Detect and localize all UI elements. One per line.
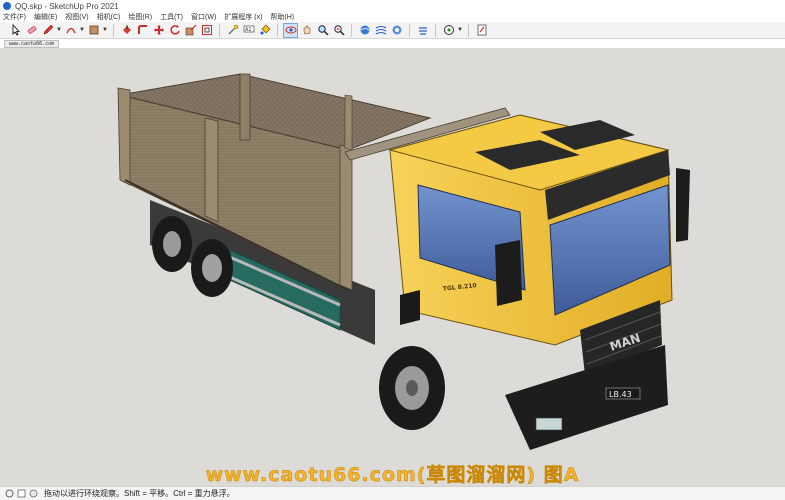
geo-location-icon[interactable] xyxy=(415,23,430,38)
text-icon[interactable]: A1 xyxy=(241,23,256,38)
menu-camera[interactable]: 相机(C) xyxy=(97,12,121,22)
move-icon[interactable] xyxy=(151,23,166,38)
scale-icon[interactable] xyxy=(183,23,198,38)
rear-wheel xyxy=(152,216,192,272)
photo-texture-icon[interactable] xyxy=(373,23,388,38)
select-icon[interactable] xyxy=(8,23,23,38)
rectangle-dropdown-icon[interactable]: ▼ xyxy=(102,27,108,33)
dump-truck-model: LB.43 MAN TGL 8.210 xyxy=(117,73,690,450)
cab-step xyxy=(400,290,420,325)
headlight xyxy=(535,417,563,431)
bed-front-post xyxy=(344,94,353,151)
toolbar-separator xyxy=(219,23,220,37)
watermark-text: www.caotu66.com(草图溜溜网) 图A xyxy=(205,464,580,487)
menu-bar: 文件(F) 编辑(E) 视图(V) 相机(C) 绘图(R) 工具(T) 窗口(W… xyxy=(0,12,785,22)
window-title: QQ.skp - SketchUp Pro 2021 xyxy=(15,1,119,11)
geo-status-icon[interactable] xyxy=(4,489,14,499)
menu-file[interactable]: 文件(F) xyxy=(3,12,26,22)
zoom-extents-icon[interactable] xyxy=(331,23,346,38)
help-info-icon[interactable] xyxy=(28,489,38,499)
warehouse-dropdown-icon[interactable]: ▼ xyxy=(457,27,463,33)
menu-edit[interactable]: 编辑(E) xyxy=(34,12,57,22)
eraser-icon[interactable] xyxy=(24,23,39,38)
3d-warehouse-icon[interactable] xyxy=(441,23,456,38)
rectangle-icon[interactable] xyxy=(86,23,101,38)
toolbar-separator xyxy=(435,23,436,37)
bed-rib xyxy=(204,117,219,223)
side-mirror xyxy=(495,240,522,306)
section-icon[interactable] xyxy=(389,23,404,38)
menu-draw[interactable]: 绘图(R) xyxy=(128,12,152,22)
credits-icon[interactable] xyxy=(16,489,26,499)
status-message: 拖动以进行环绕观察。Shift = 平移。Ctrl = 重力悬浮。 xyxy=(44,489,235,498)
front-wheel xyxy=(379,346,445,430)
bed-rib xyxy=(117,87,131,186)
follow-me-icon[interactable] xyxy=(135,23,150,38)
status-bar: 拖动以进行环绕观察。Shift = 平移。Ctrl = 重力悬浮。 xyxy=(0,486,785,500)
menu-extensions[interactable]: 扩展程序 (x) xyxy=(224,12,262,22)
toolbar-separator xyxy=(277,23,278,37)
toolbar-separator xyxy=(409,23,410,37)
menu-view[interactable]: 视图(V) xyxy=(65,12,88,22)
menu-tools[interactable]: 工具(T) xyxy=(160,12,183,22)
pencil-icon[interactable] xyxy=(40,23,55,38)
menu-window[interactable]: 窗口(W) xyxy=(191,12,216,22)
rear-wheel xyxy=(191,239,233,297)
offset-icon[interactable] xyxy=(199,23,214,38)
sketchup-logo-icon xyxy=(3,2,11,10)
toolbar-separator xyxy=(468,23,469,37)
arc-dropdown-icon[interactable]: ▼ xyxy=(79,27,85,33)
menu-help[interactable]: 帮助(H) xyxy=(270,12,294,22)
3d-viewport[interactable]: LB.43 MAN TGL 8.210 xyxy=(0,48,785,486)
pencil-dropdown-icon[interactable]: ▼ xyxy=(56,27,62,33)
scene-tab-bar: www.caotu66.com xyxy=(0,39,785,48)
tape-measure-icon[interactable] xyxy=(225,23,240,38)
rotate-icon[interactable] xyxy=(167,23,182,38)
side-mirror xyxy=(676,168,690,242)
layout-icon[interactable] xyxy=(474,23,489,38)
orbit-icon[interactable] xyxy=(283,22,298,38)
sandbox-icon[interactable] xyxy=(357,23,372,38)
scene-tab[interactable]: www.caotu66.com xyxy=(4,40,60,48)
large-toolset-toolbar: ▼ ▼ ▼ A1 ▼ xyxy=(0,22,785,39)
license-plate-text: LB.43 xyxy=(609,390,632,399)
toolbar-separator xyxy=(351,23,352,37)
bed-corner-post xyxy=(239,73,251,141)
push-pull-icon[interactable] xyxy=(119,23,134,38)
bed-rib xyxy=(339,144,353,291)
title-bar: QQ.skp - SketchUp Pro 2021 xyxy=(0,0,785,12)
arc-icon[interactable] xyxy=(63,23,78,38)
zoom-icon[interactable] xyxy=(315,23,330,38)
pan-icon[interactable] xyxy=(299,23,314,38)
svg-text:A1: A1 xyxy=(245,27,252,33)
paint-bucket-icon[interactable] xyxy=(257,23,272,38)
toolbar-separator xyxy=(113,23,114,37)
